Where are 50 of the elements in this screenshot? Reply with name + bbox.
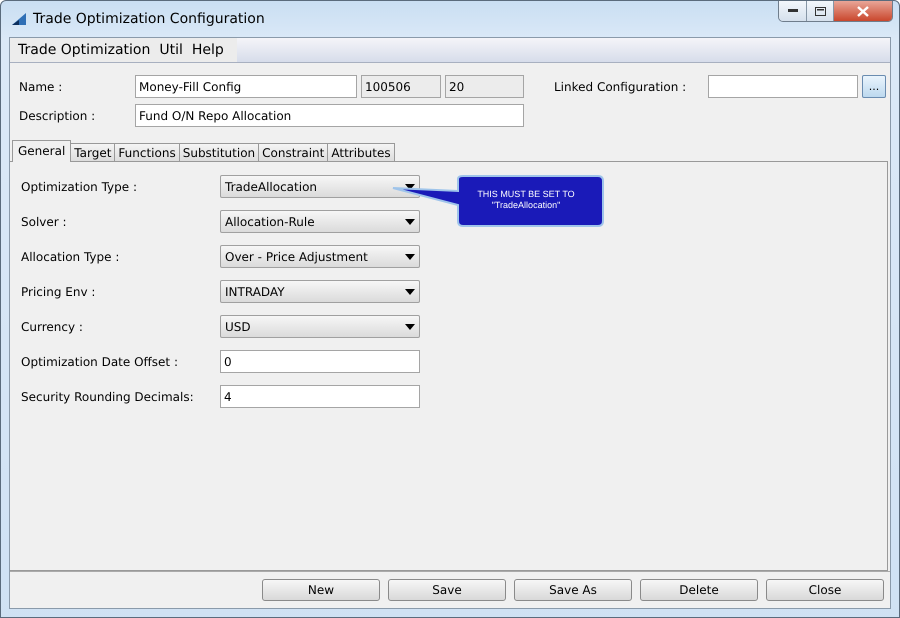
tab[interactable]: Attributes <box>327 143 395 162</box>
field-label: Currency : <box>21 320 84 334</box>
caret-icon <box>405 324 415 330</box>
tab[interactable]: Functions <box>114 143 180 162</box>
field-label: Description : <box>19 108 96 122</box>
field-label: Security Rounding Decimals: <box>21 390 195 404</box>
maximize-button[interactable] <box>806 1 833 21</box>
field-label: Pricing Env : <box>21 284 96 298</box>
menu-item[interactable]: Help <box>190 38 231 62</box>
action-button[interactable]: Close <box>766 579 884 601</box>
field-label: Optimization Type : <box>21 180 138 194</box>
dropdown[interactable]: TradeAllocation <box>220 175 420 198</box>
input-field[interactable] <box>708 75 858 98</box>
tab[interactable]: General <box>12 140 72 162</box>
action-button[interactable]: Save As <box>514 579 632 601</box>
caret-icon <box>405 288 415 294</box>
dropdown[interactable]: INTRADAY <box>220 280 420 303</box>
input-field[interactable]: 4 <box>220 385 420 408</box>
menu-item[interactable]: Util <box>157 38 190 62</box>
field-label: Optimization Date Offset : <box>21 354 179 368</box>
action-button[interactable]: Save <box>388 579 506 601</box>
minimize-button[interactable] <box>779 1 806 21</box>
field-label: Allocation Type : <box>21 250 120 264</box>
input-field: 20 <box>445 75 524 98</box>
callout-text: THIS MUST BE SET TO "TradeAllocation" <box>477 189 575 211</box>
dropdown[interactable]: USD <box>220 315 420 338</box>
input-field[interactable]: Money-Fill Config <box>135 75 357 98</box>
caret-icon <box>405 254 415 260</box>
input-field[interactable]: Fund O/N Repo Allocation <box>135 104 524 127</box>
close-button[interactable] <box>833 1 892 21</box>
tab[interactable]: Substitution <box>178 143 260 162</box>
window-title: Trade Optimization Configuration <box>33 11 266 27</box>
input-field: 100506 <box>361 75 441 98</box>
browse-button[interactable]: ... <box>862 75 886 98</box>
app-logo-icon <box>11 12 27 26</box>
caret-icon <box>405 218 415 224</box>
field-label: Linked Configuration : <box>553 80 688 94</box>
tab[interactable]: Target <box>70 143 116 162</box>
maximize-icon <box>814 6 826 16</box>
field-label: Solver : <box>21 214 68 228</box>
field-label: Name : <box>19 80 64 94</box>
minimize-icon <box>788 9 798 13</box>
menu-item[interactable]: Trade Optimization <box>16 38 158 62</box>
action-button[interactable]: New <box>262 579 380 601</box>
close-icon <box>857 6 869 16</box>
input-field[interactable]: 0 <box>220 350 420 373</box>
tab[interactable]: Constraint <box>258 143 328 162</box>
dropdown[interactable]: Over - Price Adjustment <box>220 245 420 268</box>
action-button[interactable]: Delete <box>640 579 758 601</box>
dropdown[interactable]: Allocation-Rule <box>220 210 420 233</box>
